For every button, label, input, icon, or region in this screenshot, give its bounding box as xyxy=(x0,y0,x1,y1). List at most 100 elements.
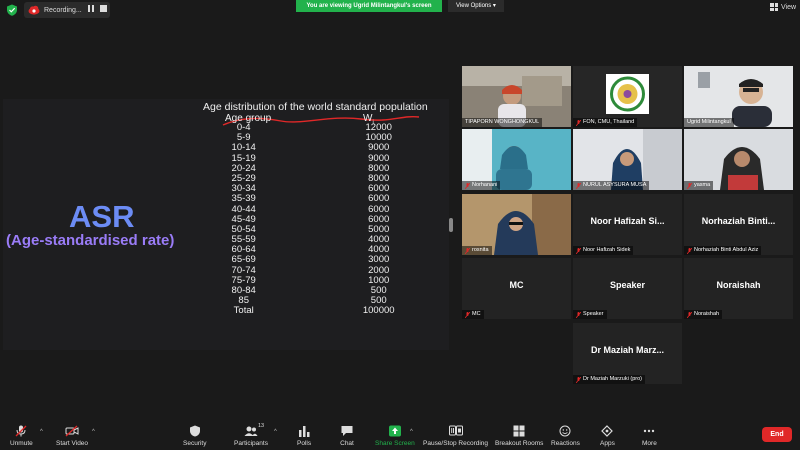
weight-cell: 4000 xyxy=(368,244,390,256)
stop-recording-icon[interactable] xyxy=(100,5,107,12)
video-off-icon xyxy=(65,425,79,437)
asr-subtitle: (Age-standardised rate) xyxy=(6,232,175,249)
shared-screen[interactable]: Age distribution of the world standard p… xyxy=(3,99,449,350)
participant-tile[interactable]: TIPAPORN WONGHONGKUL xyxy=(462,66,571,127)
participant-tile[interactable]: yasma xyxy=(684,129,793,190)
grid-view-icon xyxy=(770,3,778,11)
participant-name: Ugrid Milintangkul xyxy=(687,119,731,125)
participant-name-label: NURUL ASYSURA MUSA xyxy=(573,181,650,190)
weight-cell: 100000 xyxy=(362,305,395,317)
muted-mic-icon xyxy=(687,247,692,254)
participant-tile[interactable]: Noraishah Noraishah xyxy=(684,258,793,319)
recording-label: Recording... xyxy=(44,6,82,14)
weight-cell: 12000 xyxy=(365,122,392,133)
participant-tile[interactable]: FON, CMU, Thailand xyxy=(573,66,682,127)
participant-tile-active-speaker[interactable]: Ugrid Milintangkul xyxy=(684,66,793,127)
participant-tile[interactable]: rosnita xyxy=(462,194,571,255)
weight-cell: 3000 xyxy=(368,254,390,266)
muted-mic-icon xyxy=(576,119,581,126)
participant-name-label: yasma xyxy=(684,181,714,190)
unmute-button[interactable]: Unmute xyxy=(10,425,33,447)
participant-name: Noor Hafizah Sidek xyxy=(583,247,631,253)
participant-tile[interactable]: Speaker Speaker xyxy=(573,258,682,319)
participants-options-caret-icon[interactable]: ^ xyxy=(274,429,277,435)
security-button[interactable]: Security xyxy=(183,425,206,447)
participant-tile-name: Norhaziah Binti... xyxy=(701,216,776,226)
weight-cell: 1000 xyxy=(368,274,390,286)
participant-tile[interactable]: NURUL ASYSURA MUSA xyxy=(573,129,682,190)
participant-name: rosnita xyxy=(472,247,489,253)
meeting-controls-toolbar: Unmute ^ Start Video ^ Security 13 Parti… xyxy=(0,419,800,450)
participant-tile[interactable]: Norhaziah Binti... Norhaziah Binti Abdul… xyxy=(684,194,793,255)
video-options-caret-icon[interactable]: ^ xyxy=(92,429,95,435)
age-distribution-table: 0-4 12000 5-9 10000 10-14 9000 15-19 9000 20-24 8… xyxy=(203,122,433,317)
breakout-rooms-button[interactable]: Breakout Rooms xyxy=(495,425,543,447)
participant-tile-name: Dr Maziah Marz... xyxy=(590,345,664,355)
microphone-muted-icon xyxy=(15,425,27,437)
weight-cell: 6000 xyxy=(368,203,390,215)
view-options-dropdown[interactable]: View Options ▾ xyxy=(448,0,504,12)
table-row: 35-39 6000 xyxy=(203,194,433,204)
weight-cell: 2000 xyxy=(368,264,390,276)
reactions-button[interactable]: Reactions xyxy=(551,425,580,447)
recording-indicator: Recording... xyxy=(24,2,110,18)
polls-button[interactable]: Polls xyxy=(297,425,311,447)
shield-icon[interactable] xyxy=(6,4,18,16)
more-label: More xyxy=(642,440,657,447)
muted-mic-icon xyxy=(465,182,470,189)
muted-mic-icon xyxy=(465,247,470,254)
participant-tile-name: MC xyxy=(509,280,524,290)
more-dots-icon xyxy=(644,429,655,433)
more-button[interactable]: More xyxy=(642,425,657,447)
view-options-label: View Options xyxy=(456,3,492,9)
chevron-down-icon: ▾ xyxy=(492,3,496,9)
top-bar: Recording... You are viewing Ugrid Milin… xyxy=(0,0,800,20)
participant-tile[interactable]: Noor Hafizah Si... Noor Hafizah Sidek xyxy=(573,194,682,255)
pause-recording-icon[interactable] xyxy=(88,5,94,12)
breakout-rooms-label: Breakout Rooms xyxy=(495,440,544,447)
weight-cell: 6000 xyxy=(368,193,390,205)
participant-name: Dr Maziah Marzuki (pro) xyxy=(583,376,642,382)
participant-tile-name: Noor Hafizah Si... xyxy=(590,216,665,226)
view-label: View xyxy=(781,3,797,11)
pause-stop-label: Pause/Stop Recording xyxy=(423,440,489,447)
view-button[interactable]: View xyxy=(770,3,796,11)
participant-tile-name: Noraishah xyxy=(716,280,761,290)
slide-table-title: Age distribution of the world standard p… xyxy=(203,101,428,113)
participant-name-label: Noor Hafizah Sidek xyxy=(573,246,634,255)
participant-name: FON, CMU, Thailand xyxy=(583,119,635,125)
participant-tile[interactable]: Dr Maziah Marz... Dr Maziah Marzuki (pro… xyxy=(573,323,682,384)
participant-name-label: Noraishah xyxy=(684,310,723,319)
chat-label: Chat xyxy=(340,440,354,447)
chat-button[interactable]: Chat xyxy=(340,425,354,447)
split-view-handle[interactable] xyxy=(449,218,453,232)
participant-tile[interactable]: MC MC xyxy=(462,258,571,319)
weight-cell: 9000 xyxy=(368,142,390,154)
cloud-record-icon xyxy=(28,5,40,15)
audio-options-caret-icon[interactable]: ^ xyxy=(40,429,43,435)
bar-chart-icon xyxy=(299,426,310,437)
muted-mic-icon xyxy=(576,311,581,318)
viewing-screen-banner: You are viewing Ugrid Milintangkul's scr… xyxy=(296,0,442,12)
apps-icon xyxy=(601,425,614,437)
start-video-button[interactable]: Start Video xyxy=(56,425,88,447)
unmute-label: Unmute xyxy=(10,440,33,447)
weight-cell: 500 xyxy=(370,285,387,296)
share-screen-icon xyxy=(388,425,401,437)
participant-name: yasma xyxy=(694,182,711,188)
muted-mic-icon xyxy=(576,376,581,383)
pause-stop-recording-button[interactable]: Pause/Stop Recording xyxy=(423,425,488,447)
participants-button[interactable]: 13 Participants xyxy=(234,423,268,447)
end-meeting-button[interactable]: End xyxy=(762,427,792,442)
participant-tile-name: Speaker xyxy=(609,280,646,290)
apps-button[interactable]: Apps xyxy=(600,425,615,447)
weight-cell: 4000 xyxy=(368,234,390,246)
security-label: Security xyxy=(183,440,207,447)
age-group-cell: Total xyxy=(233,305,254,317)
share-screen-button[interactable]: Share Screen xyxy=(375,425,415,447)
participant-tile[interactable]: Norhanani xyxy=(462,129,571,190)
participant-name-label: Norhanani xyxy=(462,181,501,190)
weight-cell: 8000 xyxy=(368,162,390,174)
participant-name: TIPAPORN WONGHONGKUL xyxy=(465,119,540,125)
share-options-caret-icon[interactable]: ^ xyxy=(410,429,413,435)
